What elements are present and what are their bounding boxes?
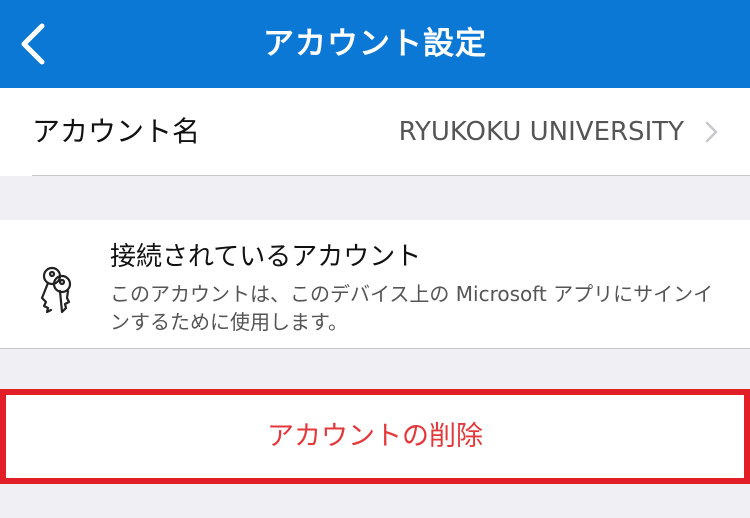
chevron-right-icon — [705, 121, 718, 143]
connected-account-title: 接続されているアカウント — [110, 242, 422, 272]
row-divider — [32, 175, 750, 176]
connected-account-description: このアカウントは、このデバイス上の Microsoft アプリにサインインするた… — [110, 282, 714, 334]
account-name-label: アカウント名 — [32, 115, 201, 148]
connected-account-card: 接続されているアカウント このアカウントは、このデバイス上の Microsoft… — [0, 220, 750, 349]
account-name-value: RYUKOKU UNIVERSITY — [398, 117, 684, 147]
delete-account-button[interactable]: アカウントの削除 — [0, 389, 750, 484]
page-title: アカウント設定 — [263, 26, 487, 62]
keys-icon — [40, 266, 72, 314]
nav-header: アカウント設定 — [0, 0, 750, 88]
account-name-row[interactable]: アカウント名 RYUKOKU UNIVERSITY — [0, 88, 750, 176]
delete-account-label: アカウントの削除 — [267, 421, 483, 452]
